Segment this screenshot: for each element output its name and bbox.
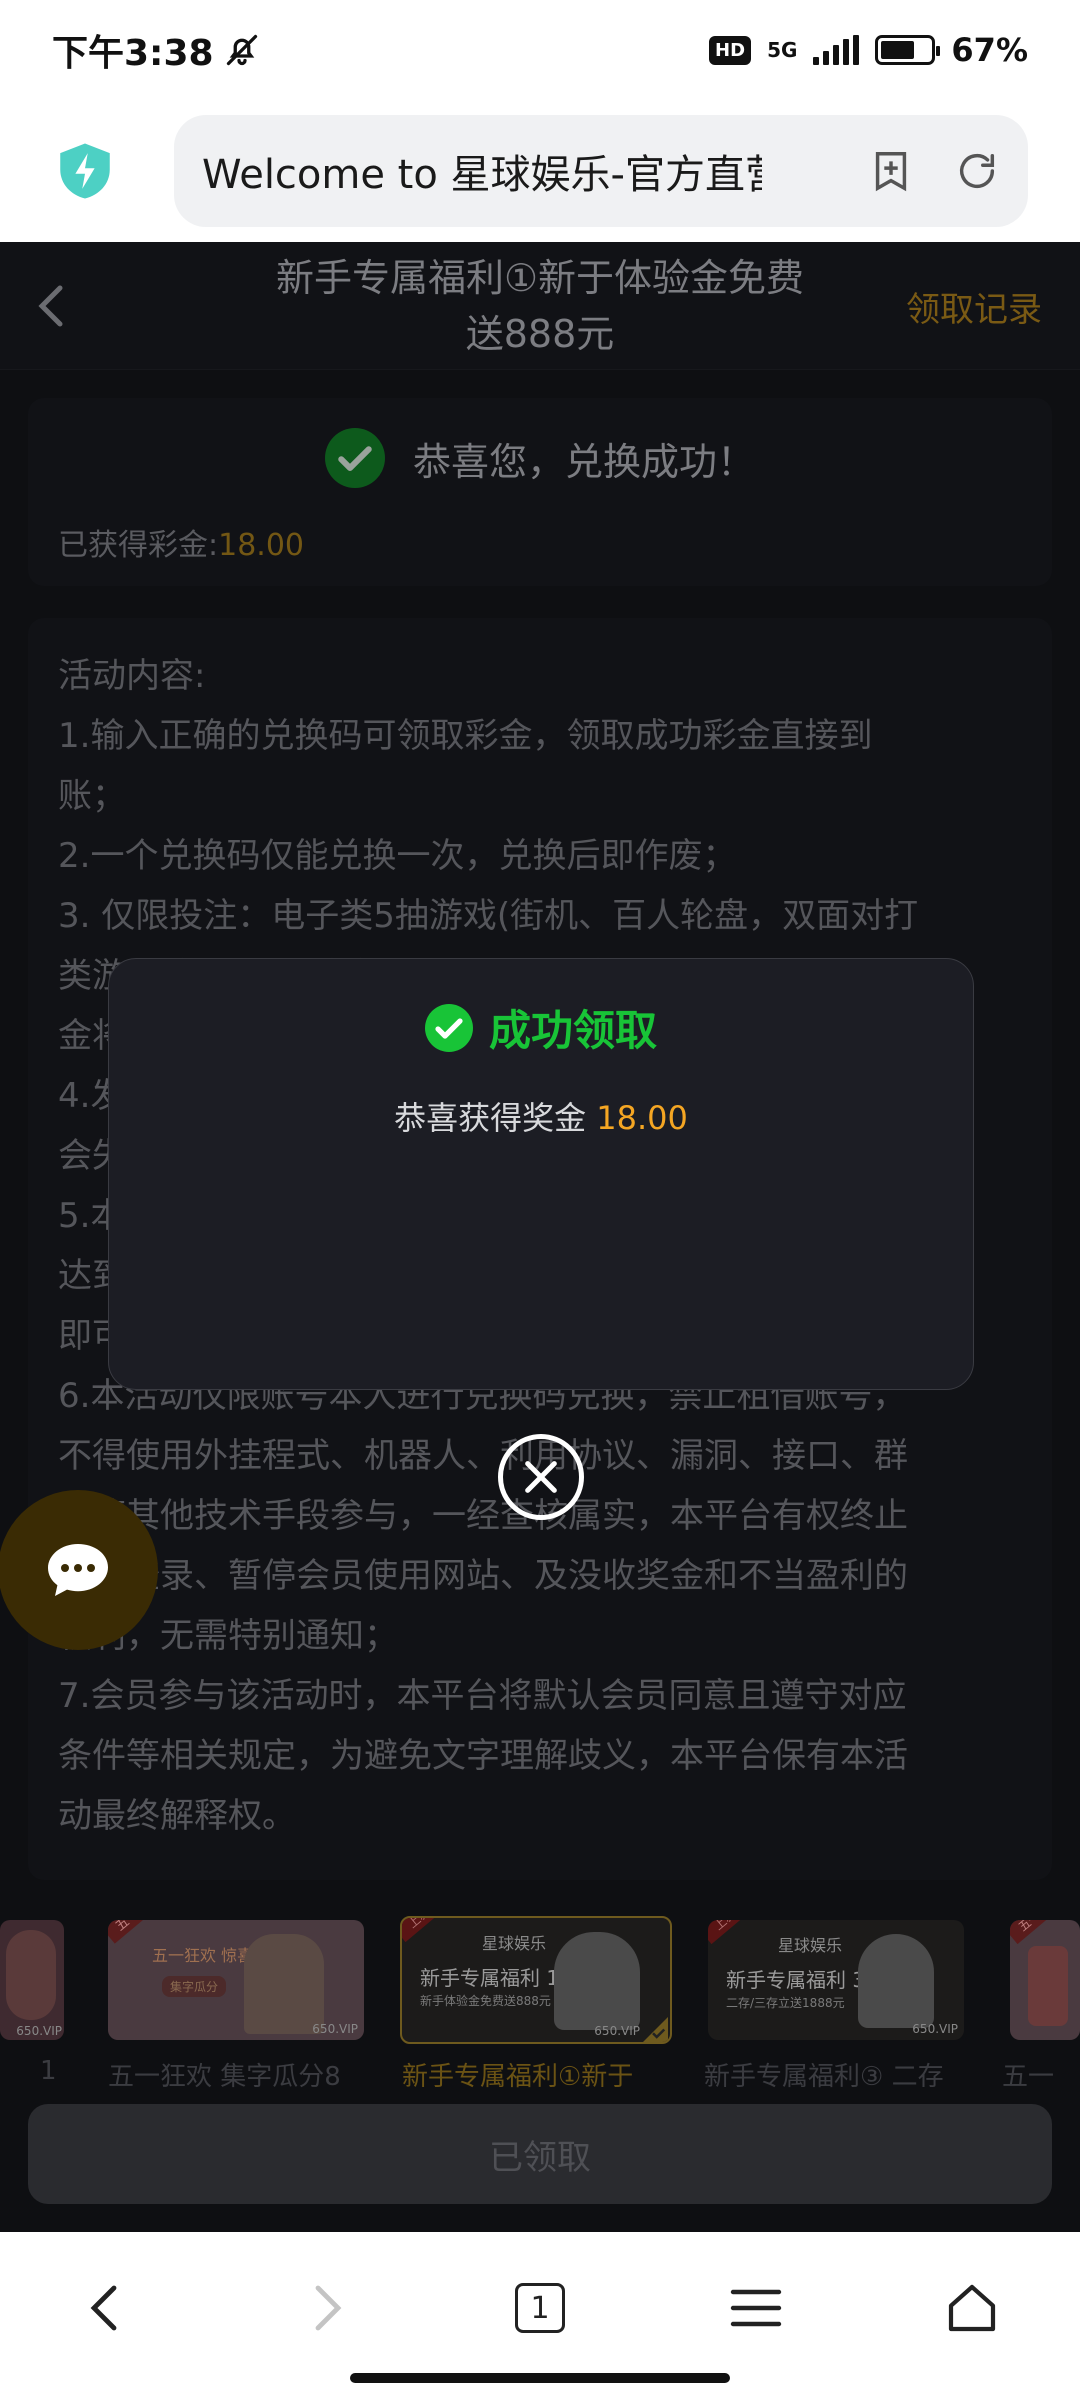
network-type: 5G bbox=[767, 38, 798, 62]
banner-caption: 1 bbox=[40, 2056, 57, 2086]
rules-line: 2.一个兑换码仅能兑换一次，兑换后即作废； bbox=[58, 836, 737, 876]
status-time: 下午3:38 bbox=[52, 33, 214, 74]
banner-illustration bbox=[1028, 1946, 1068, 2026]
tabs-icon: 1 bbox=[515, 2283, 565, 2333]
nav-menu-button[interactable] bbox=[716, 2268, 796, 2348]
home-icon bbox=[948, 2284, 996, 2332]
selected-check-icon bbox=[643, 2017, 668, 2042]
page-header: 新手专属福利①新于体验金免费 送888元 领取记录 bbox=[0, 242, 1080, 370]
rules-line: 7.会员参与该活动时，本平台将默认会员同意且遵守对应 bbox=[58, 1676, 907, 1716]
menu-icon bbox=[730, 2289, 782, 2327]
success-message: 恭喜您，兑换成功！ bbox=[412, 439, 755, 484]
status-time-group: 下午3:38 bbox=[52, 24, 260, 76]
banner-subtitle: 新手体验金免费送888元 bbox=[420, 1994, 551, 2008]
page-title: 新手专属福利①新于体验金免费 送888元 bbox=[210, 250, 870, 362]
rules-line: 条件等相关规定，为避免文字理解歧义，本平台保有本活 bbox=[58, 1736, 908, 1776]
rules-line: 账； bbox=[58, 776, 126, 816]
banner-illustration bbox=[244, 1934, 324, 2034]
banner-caption: 新手专属福利①新于 bbox=[402, 2062, 634, 2092]
dialog-message-prefix: 恭喜获得奖金 bbox=[394, 1099, 597, 1137]
claimed-button[interactable]: 已领取 bbox=[28, 2104, 1052, 2204]
url-text[interactable]: Welcome to 星球娱乐-官方直营 bbox=[202, 142, 762, 200]
nav-home-button[interactable] bbox=[932, 2268, 1012, 2348]
banner-vip: 650.VIP bbox=[312, 2022, 358, 2036]
banner-badge: 五一狂欢 bbox=[108, 1920, 174, 1944]
promo-banner-carousel: 650.VIP 1 五一狂欢 五一狂欢 惊喜有礼 集字瓜分 650.VIP 五一… bbox=[0, 1916, 1080, 2092]
home-indicator bbox=[350, 2373, 730, 2383]
rules-line: 动最终解释权。 bbox=[58, 1796, 296, 1836]
rules-line: 会员登录、暂停会员使用网站、及没收奖金和不当盈利的 bbox=[58, 1556, 908, 1596]
banner-headline: 新手专属福利 1 bbox=[420, 1966, 560, 1990]
dialog-amount: 18.00 bbox=[596, 1099, 688, 1137]
nav-back-button[interactable] bbox=[66, 2268, 146, 2348]
rules-heading: 活动内容: bbox=[58, 656, 206, 696]
promo-banner-selected[interactable]: 上新人 星球娱乐 新手专属福利 1 新手体验金免费送888元 650.VIP bbox=[400, 1916, 672, 2044]
dialog-title: 成功领取 bbox=[488, 1006, 657, 1055]
dialog-message: 恭喜获得奖金 18.00 bbox=[109, 1093, 973, 1139]
nav-forward-button[interactable] bbox=[286, 2268, 366, 2348]
rules-line: 3. 仅限投注：电子类5抽游戏(街机、百人轮盘，双面对打 bbox=[58, 896, 919, 936]
url-field[interactable]: Welcome to 星球娱乐-官方直营 bbox=[174, 115, 1028, 227]
banner-badge: 上新人 bbox=[402, 1918, 455, 1943]
close-icon bbox=[525, 1461, 557, 1493]
banner-caption: 新手专属福利③ 二存 bbox=[704, 2062, 944, 2092]
bell-off-icon bbox=[226, 34, 257, 66]
chevron-right-icon bbox=[315, 2285, 342, 2331]
add-bookmark-icon[interactable] bbox=[868, 148, 914, 194]
security-shield-icon[interactable] bbox=[52, 138, 118, 204]
battery-icon bbox=[875, 35, 941, 65]
battery-fill bbox=[881, 41, 914, 59]
banner-subtitle: 集字瓜分 bbox=[162, 1976, 227, 1997]
status-bar: 下午3:38 HD 5G 67% bbox=[0, 0, 1080, 100]
promo-banner[interactable]: 上新人 星球娱乐 新手专属福利 3 二存/三存立送1888元 650.VIP bbox=[708, 1920, 964, 2040]
banner-brand: 星球娱乐 bbox=[482, 1934, 547, 1953]
banner-headline: 新手专属福利 3 bbox=[726, 1968, 866, 1992]
banner-subtitle: 二存/三存立送1888元 bbox=[726, 1996, 845, 2010]
promo-banner[interactable]: 650.VIP bbox=[0, 1920, 64, 2040]
astronaut-illustration bbox=[554, 1932, 640, 2030]
banner-caption: 五一 bbox=[1002, 2062, 1055, 2092]
chevron-left-icon bbox=[90, 2285, 117, 2331]
earned-label: 已获得彩金: bbox=[58, 528, 219, 563]
tab-count: 1 bbox=[530, 2290, 550, 2326]
rules-line: 1.输入正确的兑换码可领取彩金，领取成功彩金直接到 bbox=[58, 716, 873, 756]
back-arrow-icon[interactable] bbox=[32, 280, 72, 332]
browser-address-bar: Welcome to 星球娱乐-官方直营 bbox=[0, 100, 1080, 242]
banner-badge: 五一 bbox=[1010, 1920, 1055, 1945]
page-title-line1: 新手专属福利①新于体验金免费 bbox=[275, 256, 805, 300]
hd-badge: HD bbox=[709, 35, 752, 65]
promo-banner[interactable]: 五一狂欢 五一狂欢 惊喜有礼 集字瓜分 650.VIP bbox=[108, 1920, 364, 2040]
status-indicators: HD 5G 67% bbox=[709, 31, 1028, 69]
banner-brand: 星球娱乐 bbox=[778, 1936, 843, 1955]
dialog-title-row: 成功领取 bbox=[109, 997, 973, 1058]
success-row: 恭喜您，兑换成功！ bbox=[28, 428, 1052, 488]
earned-amount: 18.00 bbox=[218, 528, 304, 563]
banner-vip: 650.VIP bbox=[16, 2024, 62, 2038]
promo-banner[interactable]: 五一 bbox=[1010, 1920, 1080, 2040]
banner-badge: 上新人 bbox=[708, 1920, 761, 1945]
banner-vip: 650.VIP bbox=[912, 2022, 958, 2036]
astronaut-illustration bbox=[858, 1934, 934, 2028]
chat-icon bbox=[48, 1544, 108, 1596]
dialog-close-button[interactable] bbox=[498, 1434, 584, 1520]
banner-vip: 650.VIP bbox=[594, 2024, 640, 2038]
customer-service-chat-button[interactable] bbox=[0, 1490, 158, 1650]
earned-bonus: 已获得彩金:18.00 bbox=[58, 520, 304, 564]
claim-records-link[interactable]: 领取记录 bbox=[906, 282, 1042, 331]
check-circle-icon bbox=[324, 428, 385, 488]
nav-tabs-button[interactable]: 1 bbox=[500, 2268, 580, 2348]
redeem-success-card: 恭喜您，兑换成功！ 已获得彩金:18.00 bbox=[28, 398, 1052, 586]
banner-caption: 五一狂欢 集字瓜分8 bbox=[108, 2062, 341, 2092]
page-title-line2: 送888元 bbox=[465, 312, 615, 356]
battery-percent: 67% bbox=[951, 31, 1028, 69]
rules-line: 权利，无需特别通知； bbox=[58, 1616, 398, 1656]
url-actions bbox=[868, 148, 1000, 194]
success-dialog: 成功领取 恭喜获得奖金 18.00 bbox=[108, 958, 974, 1390]
signal-icon bbox=[813, 35, 860, 65]
success-check-icon bbox=[424, 1003, 473, 1052]
refresh-icon[interactable] bbox=[954, 148, 1000, 194]
